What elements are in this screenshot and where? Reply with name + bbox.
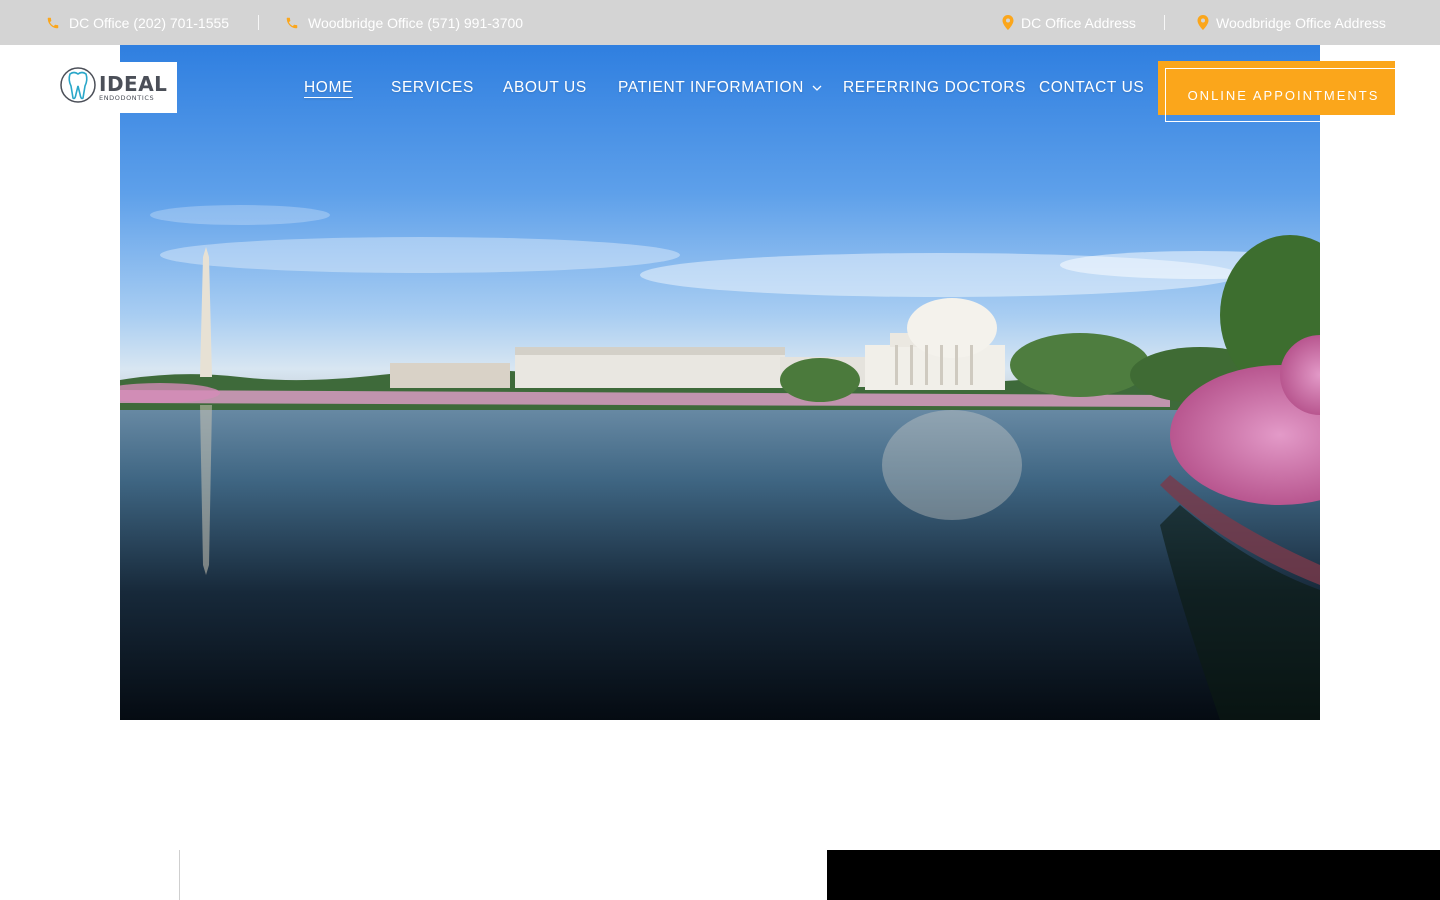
- woodbridge-address-link[interactable]: Woodbridge Office Address: [1195, 0, 1386, 45]
- logo-sub-text: ENDODONTICS: [99, 93, 155, 102]
- nav-item-contact-us[interactable]: CONTACT US: [1039, 72, 1144, 104]
- nav-item-patient-information[interactable]: PATIENT INFORMATION: [618, 72, 822, 104]
- content-divider: [179, 850, 180, 900]
- hero-landscape: [120, 205, 1320, 720]
- phone-icon: [284, 15, 300, 31]
- nav-item-label: SERVICES: [391, 79, 474, 96]
- nav-item-label: PATIENT INFORMATION: [618, 79, 804, 96]
- nav-item-label: REFERRING DOCTORS: [843, 79, 1027, 96]
- phone-icon: [45, 15, 61, 31]
- woodbridge-phone-text: Woodbridge Office (571) 991-3700: [308, 14, 524, 31]
- nav-item-services[interactable]: SERVICES: [391, 72, 474, 104]
- map-pin-icon: [1000, 15, 1016, 31]
- dc-address-text: DC Office Address: [1021, 14, 1136, 31]
- logo-wordmark: IDEAL ENDODONTICS: [99, 74, 167, 102]
- hero-image: [120, 45, 1320, 720]
- top-contact-bar: DC Office (202) 701-1555 Woodbridge Offi…: [0, 0, 1440, 45]
- topbar-divider: [258, 15, 259, 30]
- map-pin-icon: [1195, 15, 1211, 31]
- nav-item-about-us[interactable]: ABOUT US: [503, 72, 587, 104]
- tooth-logo-icon: [59, 64, 97, 111]
- online-appointments-button[interactable]: ONLINE APPOINTMENTS: [1165, 68, 1402, 122]
- woodbridge-address-text: Woodbridge Office Address: [1216, 14, 1386, 31]
- topbar-divider: [1164, 15, 1165, 30]
- nav-item-label: ABOUT US: [503, 79, 587, 96]
- nav-item-referring-doctors[interactable]: REFERRING DOCTORS: [843, 72, 1026, 104]
- dc-phone-link[interactable]: DC Office (202) 701-1555: [45, 0, 229, 45]
- nav-item-label: CONTACT US: [1039, 79, 1145, 96]
- site-logo[interactable]: IDEAL ENDODONTICS: [55, 62, 177, 113]
- logo-main-text: IDEAL: [99, 71, 168, 96]
- dc-address-link[interactable]: DC Office Address: [1000, 0, 1136, 45]
- woodbridge-phone-link[interactable]: Woodbridge Office (571) 991-3700: [284, 0, 523, 45]
- video-panel: [827, 850, 1440, 900]
- dc-phone-text: DC Office (202) 701-1555: [69, 14, 230, 31]
- nav-item-home[interactable]: HOME: [304, 72, 353, 104]
- chevron-down-icon: [812, 79, 822, 97]
- nav-item-label: HOME: [304, 79, 353, 96]
